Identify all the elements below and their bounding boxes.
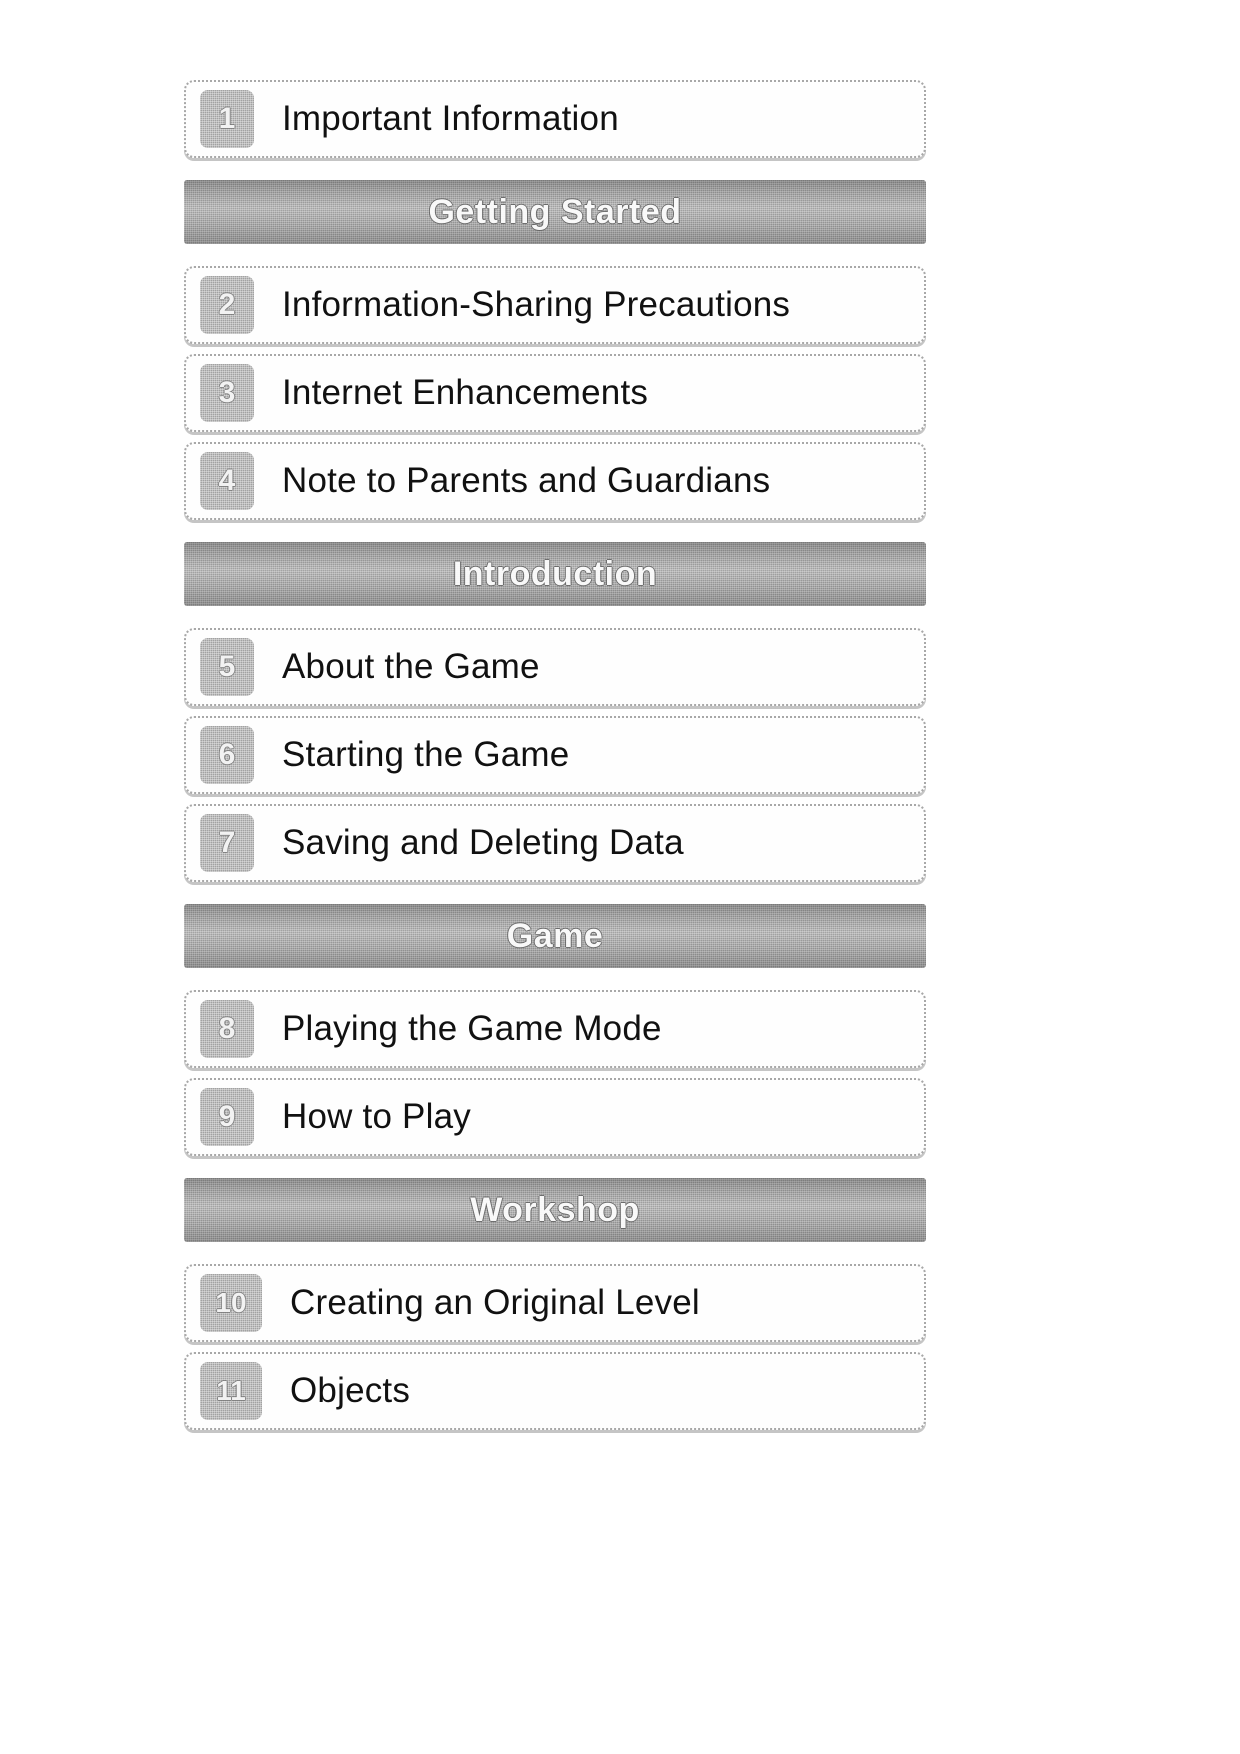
entry-label: Internet Enhancements <box>282 373 649 412</box>
entry-starting-the-game[interactable]: 6 Starting the Game <box>184 716 926 794</box>
entry-label: Objects <box>290 1371 411 1410</box>
section-title: Getting Started <box>428 192 682 231</box>
entry-label: Information-Sharing Precautions <box>282 285 791 324</box>
section-title: Game <box>506 916 604 955</box>
entry-label: Playing the Game Mode <box>282 1009 662 1048</box>
entry-number-badge: 1 <box>200 90 254 148</box>
manual-page: 1 Important Information Getting Started 2 In… <box>0 0 1240 1754</box>
entry-how-to-play[interactable]: 9 How to Play <box>184 1078 926 1156</box>
section-introduction: Introduction <box>184 542 926 606</box>
entry-information-sharing-precautions[interactable]: 2 Information-Sharing Precautions <box>184 266 926 344</box>
section-getting-started: Getting Started <box>184 180 926 244</box>
entry-number-badge: 11 <box>200 1362 262 1420</box>
entry-number-badge: 2 <box>200 276 254 334</box>
entry-number-badge: 5 <box>200 638 254 696</box>
table-of-contents: 1 Important Information Getting Started 2 In… <box>184 80 926 1430</box>
entry-objects[interactable]: 11 Objects <box>184 1352 926 1430</box>
entry-note-to-parents-and-guardians[interactable]: 4 Note to Parents and Guardians <box>184 442 926 520</box>
entry-internet-enhancements[interactable]: 3 Internet Enhancements <box>184 354 926 432</box>
section-title: Introduction <box>452 554 658 593</box>
entry-creating-an-original-level[interactable]: 10 Creating an Original Level <box>184 1264 926 1342</box>
entry-playing-the-game-mode[interactable]: 8 Playing the Game Mode <box>184 990 926 1068</box>
entry-label: Important Information <box>282 99 619 138</box>
entry-number-badge: 8 <box>200 1000 254 1058</box>
entry-number-badge: 3 <box>200 364 254 422</box>
entry-important-information[interactable]: 1 Important Information <box>184 80 926 158</box>
section-title: Workshop <box>470 1190 640 1229</box>
entry-label: About the Game <box>282 647 540 686</box>
entry-saving-and-deleting-data[interactable]: 7 Saving and Deleting Data <box>184 804 926 882</box>
entry-number-badge: 10 <box>200 1274 262 1332</box>
entry-number-badge: 6 <box>200 726 254 784</box>
section-game: Game <box>184 904 926 968</box>
entry-label: Saving and Deleting Data <box>282 823 684 862</box>
entry-label: Note to Parents and Guardians <box>282 461 771 500</box>
entry-label: Creating an Original Level <box>290 1283 700 1322</box>
section-workshop: Workshop <box>184 1178 926 1242</box>
entry-label: Starting the Game <box>282 735 570 774</box>
entry-number-badge: 4 <box>200 452 254 510</box>
entry-about-the-game[interactable]: 5 About the Game <box>184 628 926 706</box>
entry-number-badge: 7 <box>200 814 254 872</box>
entry-label: How to Play <box>282 1097 471 1136</box>
entry-number-badge: 9 <box>200 1088 254 1146</box>
